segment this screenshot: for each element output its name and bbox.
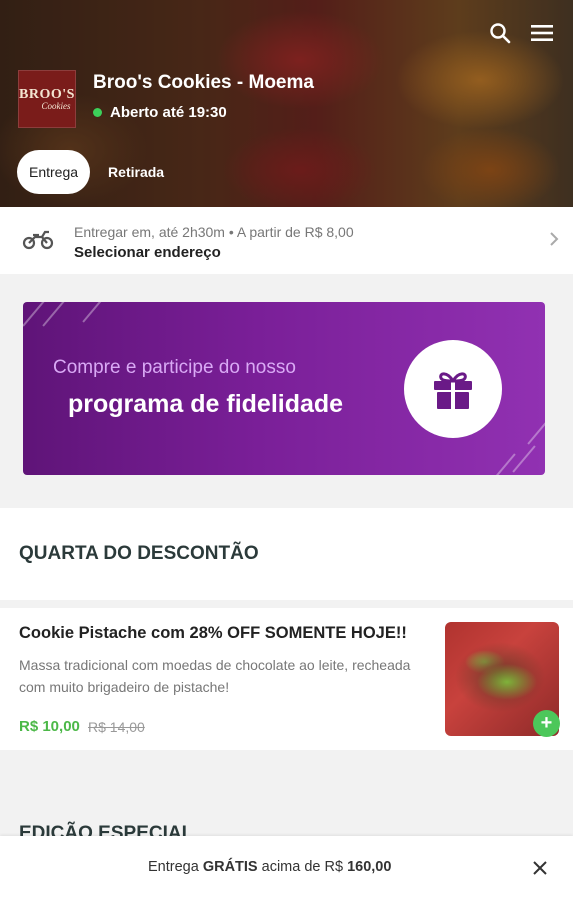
free-delivery-highlight: GRÁTIS: [202, 859, 258, 875]
search-icon[interactable]: [487, 20, 513, 46]
tab-entrega[interactable]: Entrega: [17, 150, 91, 194]
delivery-eta: Entregar em, até 2h30m • A partir de R$ …: [74, 224, 354, 240]
select-address-label: Selecionar endereço: [74, 244, 221, 261]
section-title-quarta: QUARTA DO DESCONTÃO: [19, 543, 259, 564]
store-status-text: Aberto até 19:30: [110, 104, 227, 121]
order-type-tabs: Entrega Retirada: [17, 150, 176, 194]
product-card[interactable]: Cookie Pistache com 28% OFF SOMENTE HOJE…: [0, 608, 573, 750]
banner-line-2: programa de fidelidade: [68, 390, 344, 418]
delivery-info: Entregar em, até 2h30m • A partir de R$ …: [74, 224, 354, 261]
logo-subtext: Cookies: [41, 101, 71, 111]
free-delivery-bar: Entrega GRÁTIS acima de R$ 160,00: [0, 836, 573, 900]
menu-icon[interactable]: [529, 20, 555, 46]
product-old-price: R$ 14,00: [88, 719, 145, 735]
product-description: Massa tradicional com moedas de chocolat…: [19, 657, 411, 695]
open-status-dot: [93, 108, 102, 117]
close-icon[interactable]: [530, 858, 550, 878]
chevron-right-icon: [549, 231, 559, 252]
product-price: R$ 10,00: [19, 718, 80, 735]
store-name: Broo's Cookies - Moema: [93, 72, 314, 93]
tab-retirada[interactable]: Retirada: [96, 150, 176, 194]
store-status: Aberto até 19:30: [93, 104, 227, 121]
free-delivery-amount: 160,00: [347, 859, 392, 875]
gift-badge: [404, 340, 502, 438]
product-name: Cookie Pistache com 28% OFF SOMENTE HOJE…: [19, 624, 407, 642]
free-delivery-mid: acima de R$: [257, 859, 348, 875]
store-logo: BROO'S Cookies: [18, 70, 76, 128]
add-product-button[interactable]: +: [533, 710, 560, 737]
motorcycle-icon: [22, 227, 54, 256]
free-delivery-text: Entrega GRÁTIS acima de R$ 160,00: [148, 859, 391, 875]
gift-icon: [434, 372, 472, 409]
plus-icon: +: [540, 712, 553, 734]
loyalty-program-banner[interactable]: Compre e participe do nosso programa de …: [23, 302, 545, 475]
header-actions: [487, 20, 555, 46]
free-delivery-prefix: Entrega: [148, 859, 203, 875]
banner-line-1: Compre e participe do nosso: [53, 357, 296, 378]
delivery-address-row[interactable]: Entregar em, até 2h30m • A partir de R$ …: [0, 207, 573, 274]
